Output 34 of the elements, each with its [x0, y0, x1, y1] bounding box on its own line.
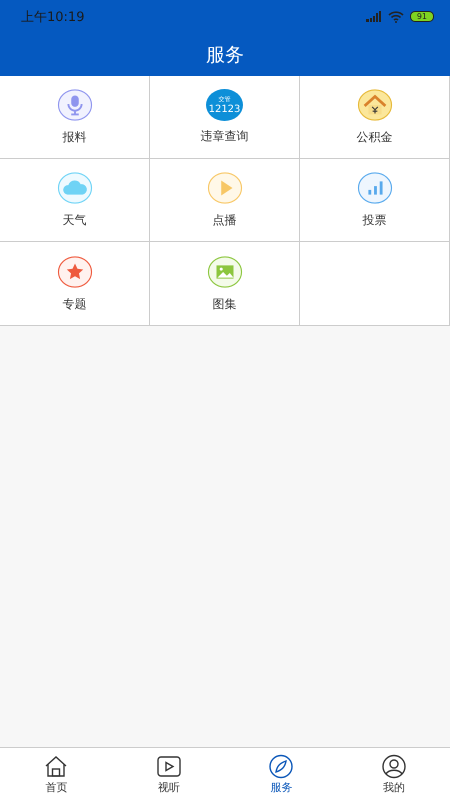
service-label: 图集	[212, 296, 236, 312]
service-label: 投票	[362, 212, 386, 229]
battery-indicator: 91	[410, 11, 434, 22]
service-tile[interactable]: 公积金	[300, 76, 450, 159]
service-label: 天气	[62, 212, 86, 229]
logo-text: 12123	[208, 104, 240, 114]
service-label: 违章查询	[200, 128, 248, 145]
service-tile[interactable]: 报料	[0, 76, 150, 159]
service-label: 报料	[62, 129, 86, 146]
page-title: 服务	[206, 42, 244, 68]
video-icon	[156, 754, 182, 778]
tab[interactable]: 服务	[225, 748, 338, 800]
tab[interactable]: 我的	[338, 748, 450, 800]
tab[interactable]: 首页	[0, 748, 112, 800]
compass-icon	[268, 754, 294, 778]
service-tile[interactable]: 天气	[0, 159, 150, 242]
service-tile[interactable]: 图集	[150, 242, 300, 325]
cloud-icon	[56, 171, 94, 205]
service-tile[interactable]: 点播	[150, 159, 300, 242]
microphone-icon	[56, 88, 94, 122]
service-label: 点播	[212, 212, 236, 229]
wifi-icon	[388, 10, 404, 22]
user-icon	[380, 754, 407, 778]
bar-chart-icon	[356, 171, 394, 205]
play-icon	[206, 171, 244, 205]
service-tile[interactable]: 专题	[0, 242, 150, 325]
service-tile[interactable]: 投票	[300, 159, 450, 242]
service-label: 专题	[62, 296, 86, 312]
house-icon	[356, 88, 394, 122]
image-icon	[206, 254, 244, 288]
signal-icon	[366, 11, 382, 22]
status-time: 上午10:19	[21, 8, 84, 26]
tab[interactable]: 视听	[112, 748, 225, 800]
service-label: 公积金	[356, 129, 392, 146]
